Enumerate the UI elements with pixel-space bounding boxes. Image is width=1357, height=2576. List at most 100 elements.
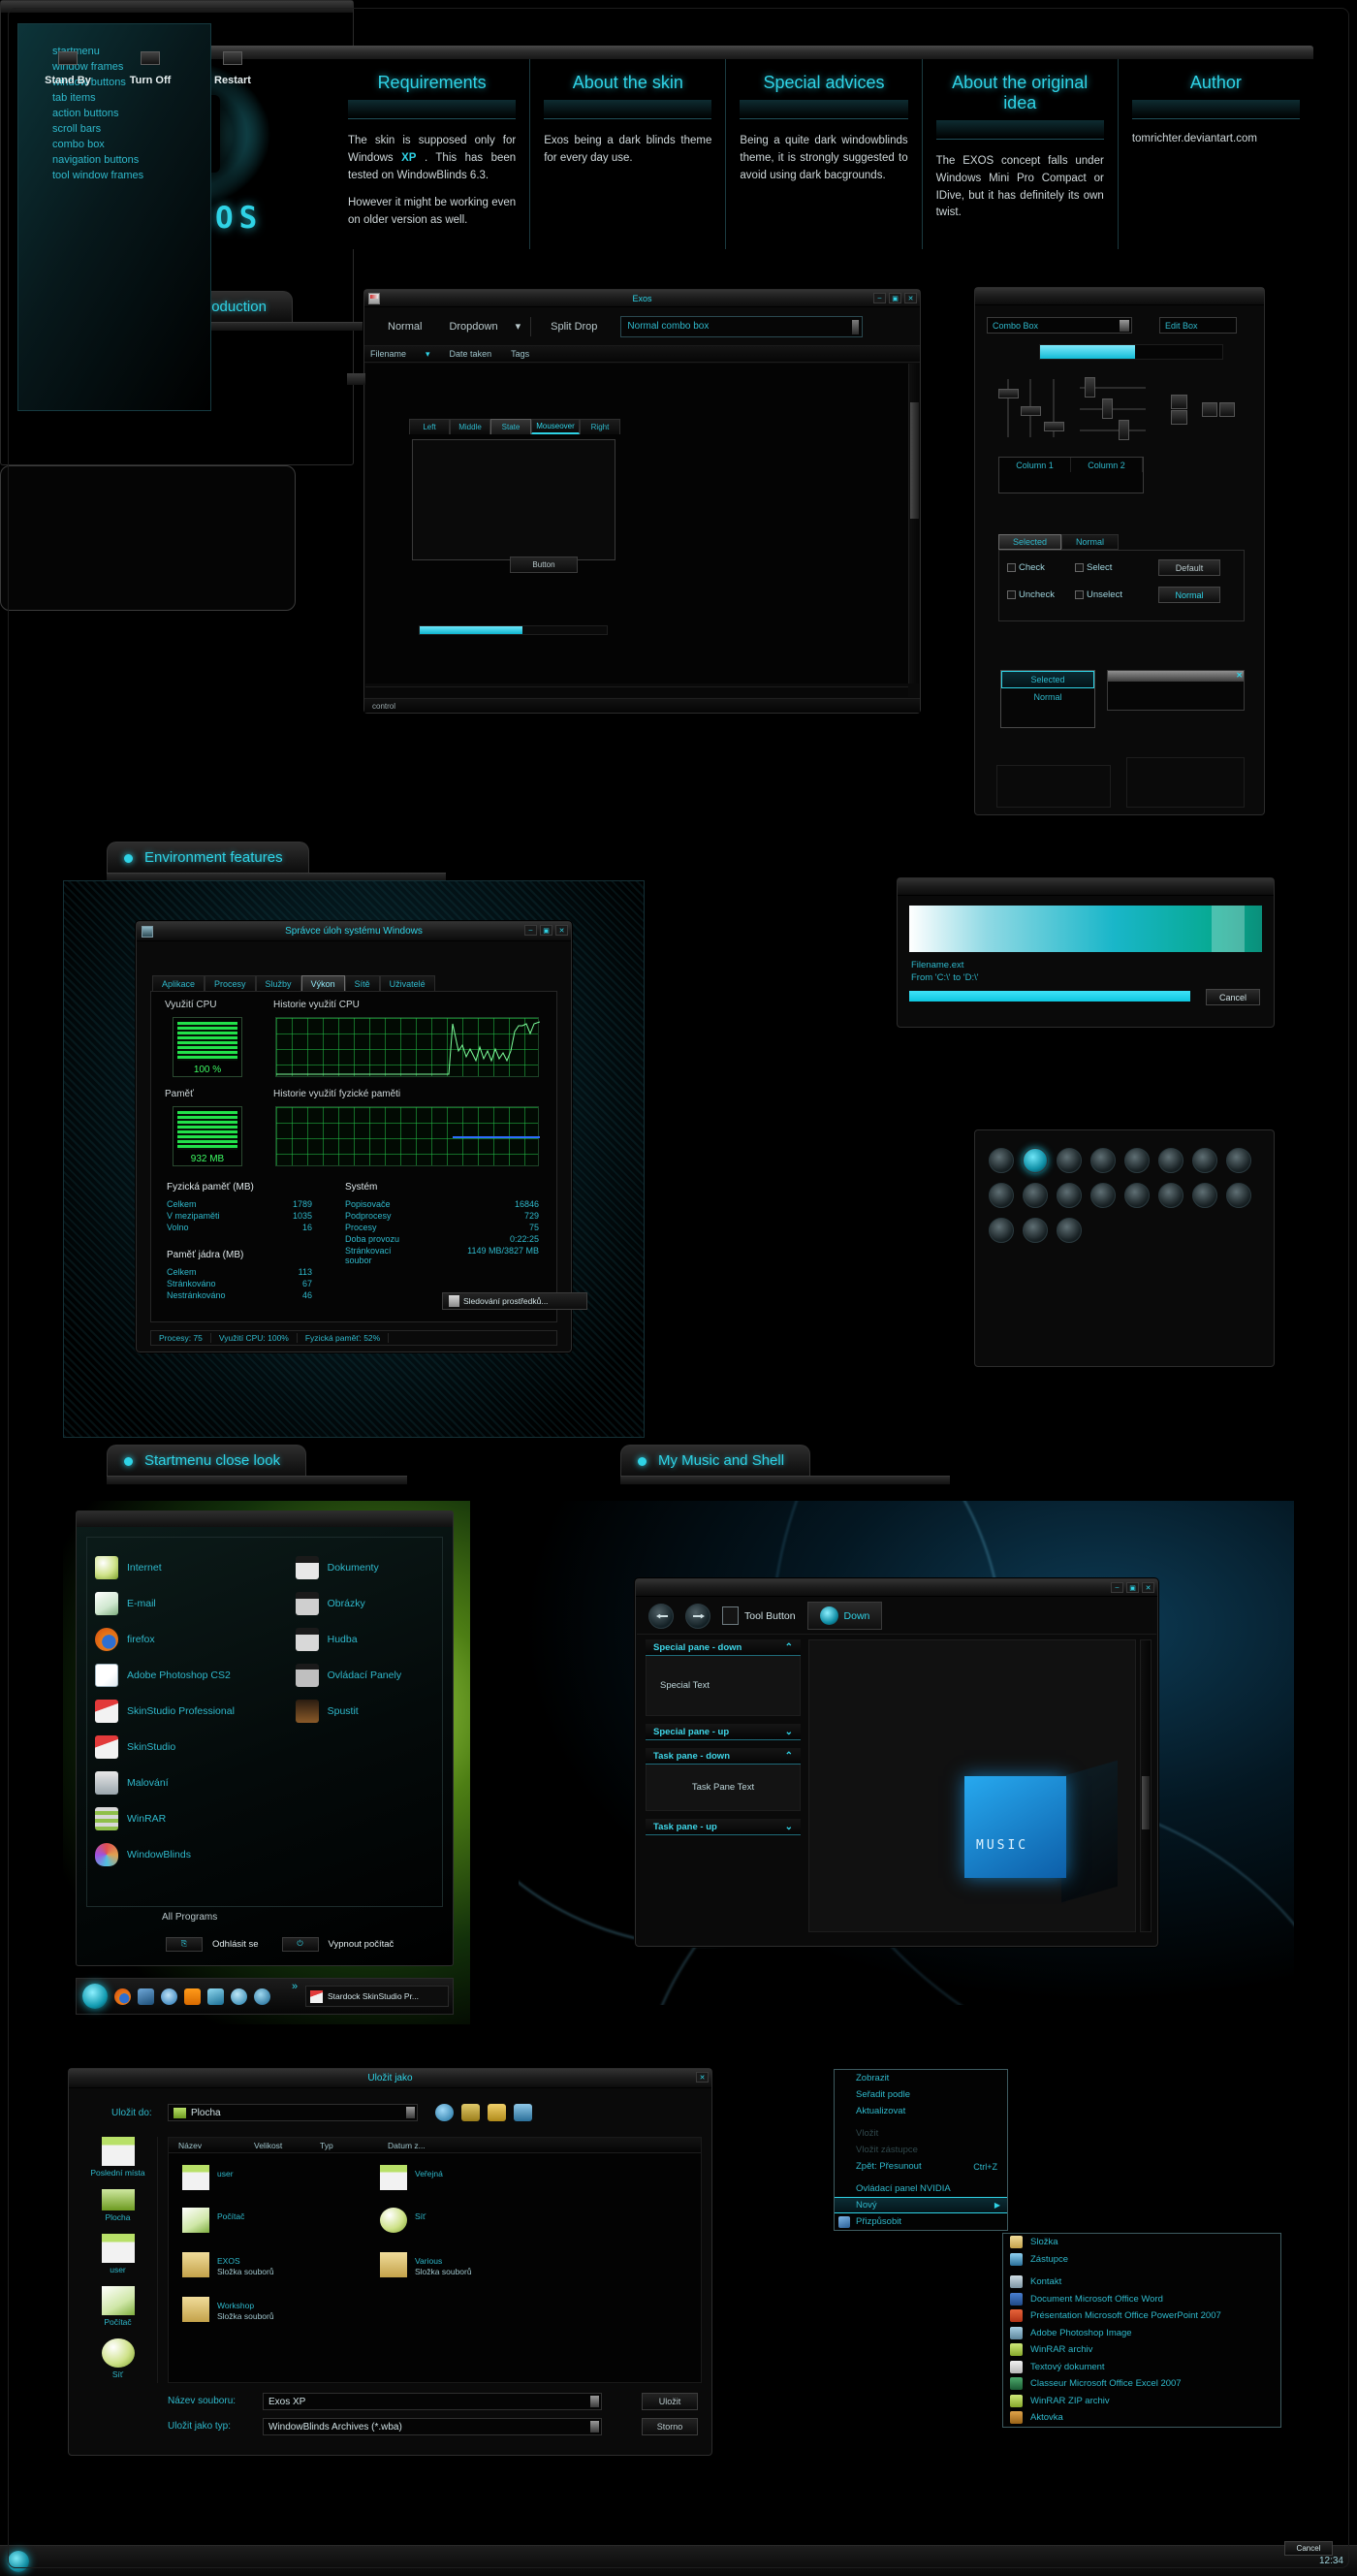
filetype-combo[interactable]: WindowBlinds Archives (*.wba) (263, 2418, 602, 2435)
list-item[interactable]: Síť (380, 2208, 426, 2233)
scrollbar-thumb[interactable] (1142, 1776, 1150, 1829)
list-item[interactable]: Počítač (182, 2208, 244, 2233)
startmenu-item-skinstudio-pro[interactable]: SkinStudio Professional (95, 1693, 290, 1729)
place-label: Poslední místa (90, 2168, 145, 2178)
submenu-item-winrar[interactable]: WinRAR archiv (1003, 2341, 1280, 2359)
startmenu-item-control-panel[interactable]: Ovládací Panely (295, 1657, 442, 1693)
logoff-label[interactable]: Odhlásit se (212, 1939, 259, 1950)
filename-input[interactable]: Exos XP (263, 2393, 602, 2410)
submenu-item-winrar-zip[interactable]: WinRAR ZIP archiv (1003, 2393, 1280, 2410)
list-item[interactable]: Veřejná (380, 2165, 443, 2190)
startmenu-item-pictures[interactable]: Obrázky (295, 1585, 442, 1621)
startmenu-item-photoshop[interactable]: Adobe Photoshop CS2 (95, 1657, 290, 1693)
startmenu-item-music[interactable]: Hudba (295, 1621, 442, 1657)
submenu-item-slozka[interactable]: Složka (1003, 2234, 1280, 2251)
startmenu-item-internet[interactable]: Internet (95, 1549, 290, 1585)
submenu-item-kontakt[interactable]: Kontakt (1003, 2274, 1280, 2291)
place-desktop[interactable]: Plocha (79, 2189, 157, 2222)
submenu-item-zastupce[interactable]: Zástupce (1003, 2251, 1280, 2269)
startmenu-item-firefox[interactable]: firefox (95, 1621, 290, 1657)
turnoff-option[interactable]: Turn Off (112, 51, 188, 86)
computer-icon (182, 2208, 209, 2233)
list-item-name: Síť (415, 2211, 426, 2221)
taskbar-expand-icon[interactable]: » (292, 1981, 298, 1992)
minimize-button[interactable]: – (1111, 1582, 1123, 1593)
save-in-combo[interactable]: Plocha (168, 2104, 418, 2121)
quicklaunch-mail-icon[interactable] (207, 1988, 224, 2005)
startmenu-item-windowblinds[interactable]: WindowBlinds (95, 1836, 290, 1872)
list-item[interactable]: EXOS Složka souborů (182, 2252, 274, 2278)
startmenu-item-skinstudio[interactable]: SkinStudio (95, 1729, 290, 1765)
quicklaunch-media-icon[interactable] (184, 1988, 201, 2005)
save-button[interactable]: Uložit (642, 2393, 698, 2410)
submenu-item-photoshop[interactable]: Adobe Photoshop Image (1003, 2325, 1280, 2342)
menu-item-zpet-presunout[interactable]: Zpět: Přesunout Ctrl+Z (835, 2158, 1007, 2175)
column-header-size[interactable]: Velikost (244, 2138, 310, 2152)
close-button[interactable]: ✕ (1142, 1582, 1154, 1593)
views-icon[interactable] (514, 2104, 532, 2121)
submenu-item-word[interactable]: Document Microsoft Office Word (1003, 2291, 1280, 2308)
pane-header-special-up[interactable]: Special pane - up ⌄ (646, 1724, 801, 1740)
pane-header-special-down[interactable]: Special pane - down ⌃ (646, 1639, 801, 1656)
section-tab-music[interactable]: My Music and Shell (620, 1445, 811, 1476)
pane-title: Special pane - down (653, 1641, 742, 1653)
shell-wallpaper: – ▣ ✕ Tool Button Down Special pane - do… (519, 1501, 1294, 2005)
quicklaunch-ie-icon[interactable] (161, 1988, 177, 2005)
list-item[interactable]: Various Složka souborů (380, 2252, 472, 2278)
shell-vertical-scrollbar[interactable] (1140, 1639, 1152, 1932)
place-user[interactable]: user (79, 2234, 157, 2274)
place-network[interactable]: Síť (79, 2338, 157, 2379)
all-programs-button[interactable]: All Programs (162, 1912, 217, 1923)
submenu-item-powerpoint[interactable]: Présentation Microsoft Office PowerPoint… (1003, 2307, 1280, 2325)
submenu-item-aktovka[interactable]: Aktovka (1003, 2409, 1280, 2427)
down-button[interactable]: Down (806, 1602, 883, 1630)
save-file-list[interactable]: Název Velikost Typ Datum z... user Veřej… (168, 2137, 702, 2383)
startmenu-item-email[interactable]: E-mail (95, 1585, 290, 1621)
logoff-icon[interactable]: ⎘ (166, 1936, 203, 1952)
startmenu-item-documents[interactable]: Dokumenty (295, 1549, 442, 1585)
list-item[interactable]: user (182, 2165, 234, 2190)
column-header-type[interactable]: Typ (310, 2138, 378, 2152)
shutdown-icon[interactable]: ⏻ (281, 1936, 319, 1952)
place-recent[interactable]: Poslední místa (79, 2137, 157, 2178)
list-item[interactable]: Workshop Složka souborů (182, 2297, 274, 2323)
menu-item-nvidia-panel[interactable]: Ovládací panel NVIDIA (835, 2180, 1007, 2197)
submenu-item-text[interactable]: Textový dokument (1003, 2359, 1280, 2376)
quicklaunch-search-icon[interactable] (231, 1988, 247, 2005)
shutdown-label[interactable]: Vypnout počítač (329, 1939, 394, 1950)
column-header-date[interactable]: Datum z... (378, 2138, 426, 2152)
maximize-button[interactable]: ▣ (1126, 1582, 1139, 1593)
pane-header-task-up[interactable]: Task pane - up ⌄ (646, 1819, 801, 1835)
quicklaunch-misc-icon[interactable] (254, 1988, 270, 2005)
taskbar-task-button[interactable]: Stardock SkinStudio Pr... (305, 1986, 449, 2007)
folder-icon (182, 2252, 209, 2277)
quicklaunch-firefox-icon[interactable] (114, 1988, 131, 2005)
submenu-item-excel[interactable]: Classeur Microsoft Office Excel 2007 (1003, 2375, 1280, 2393)
restart-option[interactable]: Restart (195, 51, 270, 86)
pane-header-task-down[interactable]: Task pane - down ⌃ (646, 1748, 801, 1765)
back-arrow-icon[interactable] (648, 1603, 674, 1629)
startmenu-item-paint[interactable]: Malování (95, 1765, 290, 1800)
menu-item-zobrazit[interactable]: Zobrazit (835, 2070, 1007, 2086)
section-tab-startmenu[interactable]: Startmenu close look (107, 1445, 307, 1476)
menu-item-prizpusobit[interactable]: Přizpůsobit (835, 2213, 1007, 2230)
menu-item-aktualizovat[interactable]: Aktualizovat (835, 2103, 1007, 2119)
forward-arrow-icon[interactable] (685, 1603, 710, 1629)
startmenu-item-run[interactable]: Spustit (295, 1693, 442, 1729)
tool-button[interactable]: Tool Button (722, 1606, 796, 1625)
menu-item-novy[interactable]: Nový ▶ (835, 2197, 1007, 2213)
startmenu-item-winrar[interactable]: WinRAR (95, 1800, 290, 1836)
start-orb-icon[interactable] (82, 1984, 108, 2009)
start-menu-columns: Internet E-mail firefox Adobe Photoshop … (86, 1537, 443, 1907)
place-computer[interactable]: Počítač (79, 2286, 157, 2327)
shutdown-cancel-button[interactable]: Cancel (1284, 2541, 1333, 2556)
new-folder-icon[interactable] (488, 2104, 506, 2121)
menu-item-seradit-podle[interactable]: Seřadit podle (835, 2086, 1007, 2103)
cancel-button[interactable]: Storno (642, 2418, 698, 2435)
close-button[interactable]: ✕ (696, 2072, 709, 2083)
quicklaunch-showdesktop-icon[interactable] (138, 1988, 154, 2005)
standby-option[interactable]: Stand By (30, 51, 106, 86)
globe-icon[interactable] (435, 2104, 454, 2121)
column-header-name[interactable]: Název (169, 2138, 244, 2152)
up-folder-icon[interactable] (461, 2104, 480, 2121)
